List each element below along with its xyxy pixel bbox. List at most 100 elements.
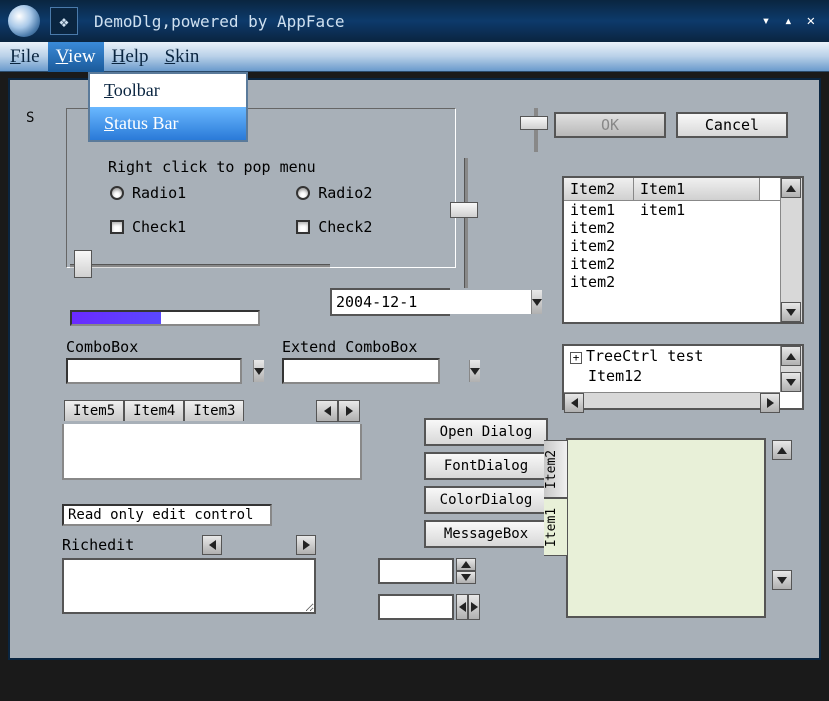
combobox-input[interactable]	[68, 360, 253, 382]
extend-combobox[interactable]	[282, 358, 440, 384]
scroll-left[interactable]	[564, 393, 584, 413]
lv-cell[interactable]: item2	[564, 273, 634, 291]
listview-body: item1item1 item2 item2 item2 item2	[564, 201, 802, 291]
tree-child[interactable]: Item12	[564, 366, 802, 386]
check2[interactable]: Check2	[296, 218, 372, 236]
readonly-edit: Read only edit control	[62, 504, 272, 526]
cancel-button[interactable]: Cancel	[676, 112, 788, 138]
scroll-down[interactable]	[781, 372, 801, 392]
treeview-vscroll[interactable]	[780, 346, 802, 392]
lv-cell[interactable]: item2	[564, 219, 634, 237]
window-controls: ▾ ▴ ✕	[762, 13, 815, 29]
open-dialog-button[interactable]: Open Dialog	[424, 418, 548, 446]
scroll-up[interactable]	[781, 346, 801, 366]
richedit-scroll-right[interactable]	[296, 535, 316, 555]
tree-expand-icon[interactable]: +	[570, 352, 582, 364]
menu-view-rest: iew	[68, 46, 95, 67]
vertical-slider[interactable]	[454, 158, 478, 288]
radio-icon	[110, 186, 124, 200]
tab-scroll-arrows	[316, 400, 360, 422]
spin-control-2[interactable]	[378, 594, 480, 620]
chevron-down-icon	[786, 309, 796, 316]
extend-combobox-label: Extend ComboBox	[282, 338, 417, 356]
dropdown-toolbar[interactable]: Toolbar	[90, 74, 246, 107]
side-tab-item2[interactable]: Item2	[544, 440, 568, 498]
radio1[interactable]: Radio1	[110, 184, 186, 202]
spin-control-1[interactable]	[378, 558, 476, 584]
richedit-scroll-left[interactable]	[202, 535, 222, 555]
ok-button[interactable]: OK	[554, 112, 666, 138]
spin-down-1[interactable]	[456, 571, 476, 584]
date-picker[interactable]	[330, 288, 450, 316]
scroll-up[interactable]	[781, 178, 801, 198]
check1[interactable]: Check1	[110, 218, 186, 236]
spin-left-2[interactable]	[456, 594, 468, 620]
checkbox-icon	[296, 220, 310, 234]
dropdown-statusbar[interactable]: Status Bar	[90, 107, 246, 140]
scroll-down[interactable]	[781, 302, 801, 322]
dropdown-toolbar-rest: oolbar	[114, 80, 160, 100]
slider-thumb[interactable]	[74, 250, 92, 278]
slider-thumb[interactable]	[450, 202, 478, 218]
menu-help-rest: elp	[125, 46, 148, 67]
color-dialog-button[interactable]: ColorDialog	[424, 486, 548, 514]
menu-help[interactable]: Help	[104, 42, 157, 72]
group-label: Right click to pop menu	[108, 158, 438, 176]
tree-view[interactable]: +TreeCtrl test Item12	[562, 344, 804, 410]
font-dialog-button[interactable]: FontDialog	[424, 452, 548, 480]
side-tab-item1[interactable]: Item1	[544, 498, 568, 556]
richedit[interactable]	[62, 558, 316, 614]
menu-skin-rest: kin	[175, 46, 199, 67]
listview-col-1[interactable]: Item1	[634, 178, 760, 200]
menu-view[interactable]: View	[48, 42, 104, 72]
date-input[interactable]	[332, 290, 531, 314]
chevron-down-icon	[786, 379, 796, 386]
tab-scroll-right[interactable]	[338, 400, 360, 422]
extend-combobox-input[interactable]	[284, 360, 469, 382]
lv-cell[interactable]: item2	[564, 255, 634, 273]
listview-col-0[interactable]: Item2	[564, 178, 634, 200]
chevron-up-icon	[777, 447, 787, 454]
top-vertical-slider[interactable]	[524, 108, 548, 152]
chevron-left-icon	[571, 398, 578, 408]
menu-skin[interactable]: Skin	[157, 42, 208, 72]
combobox-dropdown-button[interactable]	[253, 360, 264, 382]
lv-cell[interactable]: item1	[634, 201, 691, 219]
lv-cell[interactable]: item1	[564, 201, 634, 219]
list-view[interactable]: Item2 Item1 item1item1 item2 item2 item2…	[562, 176, 804, 324]
slider-thumb[interactable]	[520, 116, 548, 130]
combobox[interactable]	[66, 358, 242, 384]
combobox-label: ComboBox	[66, 338, 138, 356]
scroll-up[interactable]	[772, 440, 792, 460]
brand-orb-icon	[8, 5, 40, 37]
scroll-down[interactable]	[772, 570, 792, 590]
horizontal-slider[interactable]	[70, 254, 330, 278]
spin-input-1[interactable]	[378, 558, 454, 584]
minimize-button[interactable]: ▴	[784, 13, 792, 29]
dropdown-statusbar-rest: tatus Bar	[114, 113, 179, 133]
side-tab-scroll	[772, 440, 792, 590]
spin-right-2[interactable]	[468, 594, 480, 620]
tab-scroll-left[interactable]	[316, 400, 338, 422]
dropdown-icon[interactable]: ▾	[762, 13, 770, 29]
scroll-right[interactable]	[760, 393, 780, 413]
chevron-left-icon	[209, 540, 216, 550]
tab-item3[interactable]: Item3	[184, 400, 244, 421]
tab-item4[interactable]: Item4	[124, 400, 184, 421]
message-box-button[interactable]: MessageBox	[424, 520, 548, 548]
menu-file[interactable]: File	[2, 42, 48, 72]
extend-combobox-dropdown-button[interactable]	[469, 360, 480, 382]
listview-scrollbar[interactable]	[780, 178, 802, 322]
treeview-hscroll[interactable]	[564, 392, 780, 408]
listview-row: item2	[564, 237, 802, 255]
tree-root[interactable]: +TreeCtrl test	[564, 346, 802, 366]
spin-input-2[interactable]	[378, 594, 454, 620]
radio2[interactable]: Radio2	[296, 184, 372, 202]
group-title: S	[22, 110, 38, 126]
date-dropdown-button[interactable]	[531, 290, 542, 314]
lv-cell[interactable]: item2	[564, 237, 634, 255]
close-button[interactable]: ✕	[807, 13, 815, 29]
spin-up-1[interactable]	[456, 558, 476, 571]
titlebar[interactable]: ❖ DemoDlg,powered by AppFace ▾ ▴ ✕	[0, 0, 829, 42]
tab-item5[interactable]: Item5	[64, 400, 124, 421]
